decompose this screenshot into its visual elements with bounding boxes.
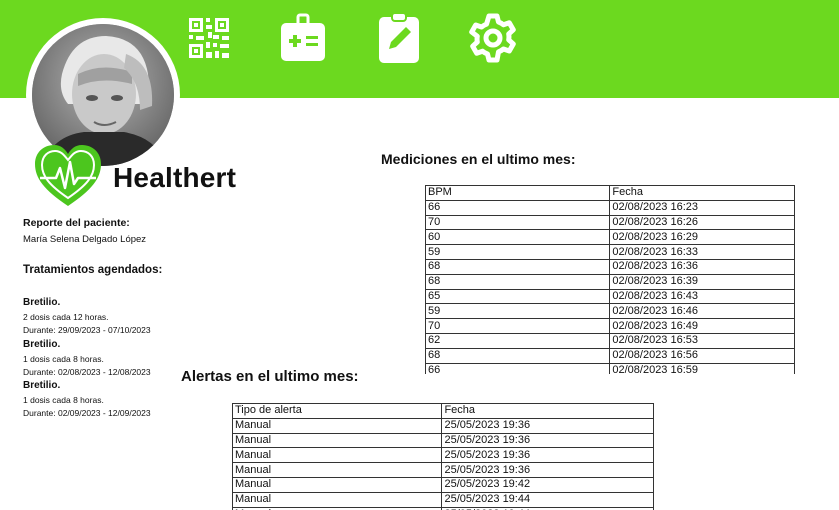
table-row: Manual 25/05/2023 19:36 bbox=[232, 432, 654, 449]
table-row: 66 02/08/2023 16:59 bbox=[425, 362, 795, 374]
table-cell: 25/05/2023 19:42 bbox=[441, 476, 654, 493]
table-row: 68 02/08/2023 16:39 bbox=[425, 273, 795, 290]
table-cell: 02/08/2023 16:46 bbox=[609, 303, 795, 320]
table-cell: 02/08/2023 16:49 bbox=[609, 318, 795, 334]
table-cell: Manual bbox=[232, 447, 443, 464]
table-cell: Manual bbox=[232, 476, 443, 493]
treatment-period: Durante: 02/08/2023 - 12/08/2023 bbox=[23, 367, 151, 377]
table-header-cell: BPM bbox=[425, 185, 611, 201]
qr-code-icon[interactable] bbox=[182, 10, 236, 66]
table-row: 59 02/08/2023 16:33 bbox=[425, 244, 795, 260]
treatment-dose: 2 dosis cada 12 horas. bbox=[23, 312, 109, 322]
table-row: 60 02/08/2023 16:29 bbox=[425, 229, 795, 246]
treatment-drug: Bretilio. bbox=[23, 339, 61, 350]
table-row: 68 02/08/2023 16:56 bbox=[425, 347, 795, 364]
table-cell: 02/08/2023 16:26 bbox=[609, 214, 795, 231]
clipboard-edit-icon[interactable] bbox=[372, 10, 426, 66]
table-cell: Manual bbox=[232, 432, 443, 449]
table-cell: 02/08/2023 16:53 bbox=[609, 332, 795, 349]
table-cell: 02/08/2023 16:56 bbox=[609, 347, 795, 364]
table-cell: 02/08/2023 16:36 bbox=[609, 258, 795, 275]
alerts-table: Tipo de alerta Fecha Manual 25/05/2023 19:3… bbox=[232, 403, 654, 510]
treatment-drug: Bretilio. bbox=[23, 380, 61, 391]
table-header-cell: Fecha bbox=[609, 185, 795, 201]
treatments-title: Tratamientos agendados: bbox=[23, 264, 163, 276]
table-row: Manual 25/05/2023 19:36 bbox=[232, 447, 654, 464]
table-row: Manual 25/05/2023 19:36 bbox=[232, 462, 654, 478]
table-cell: Manual bbox=[232, 462, 443, 478]
brand-name: Healthert bbox=[113, 162, 237, 193]
table-row: 68 02/08/2023 16:36 bbox=[425, 258, 795, 275]
table-cell: 25/05/2023 19:44 bbox=[441, 491, 654, 508]
table-row: 70 02/08/2023 16:26 bbox=[425, 214, 795, 231]
measurements-table-container: BPM Fecha 66 02/08/2023 16:23 70 02/08/2023 1… bbox=[425, 185, 797, 374]
table-row: 70 02/08/2023 16:49 bbox=[425, 318, 795, 334]
table-cell: 65 bbox=[425, 288, 611, 305]
table-header-row: Tipo de alerta Fecha bbox=[232, 403, 654, 419]
table-cell: 68 bbox=[425, 273, 611, 290]
table-cell: 68 bbox=[425, 258, 611, 275]
table-row: Manual 25/05/2023 19:36 bbox=[232, 417, 654, 434]
table-row: 59 02/08/2023 16:46 bbox=[425, 303, 795, 320]
table-cell: 70 bbox=[425, 318, 611, 334]
alerts-table-container: Tipo de alerta Fecha Manual 25/05/2023 19:3… bbox=[232, 403, 656, 510]
patient-name: María Selena Delgado López bbox=[23, 234, 147, 245]
table-cell: 02/08/2023 16:43 bbox=[609, 288, 795, 305]
table-cell: 25/05/2023 19:36 bbox=[441, 462, 654, 478]
heart-logo-icon bbox=[32, 142, 104, 210]
table-cell: 60 bbox=[425, 229, 611, 246]
table-cell: 25/05/2023 19:36 bbox=[441, 447, 654, 464]
table-header-cell: Fecha bbox=[441, 403, 654, 419]
table-cell: 59 bbox=[425, 303, 611, 320]
table-cell: 02/08/2023 16:33 bbox=[609, 244, 795, 260]
measurements-table: BPM Fecha 66 02/08/2023 16:23 70 02/08/2023 1… bbox=[425, 185, 795, 374]
table-header-cell: Tipo de alerta bbox=[232, 403, 443, 419]
table-cell: 66 bbox=[425, 362, 611, 374]
table-row: Manual25/05/2023 19:44 bbox=[232, 491, 654, 508]
treatment-period: Durante: 29/09/2023 - 07/10/2023 bbox=[23, 325, 151, 335]
table-cell: 70 bbox=[425, 214, 611, 231]
table-cell: 02/08/2023 16:39 bbox=[609, 273, 795, 290]
table-cell: 25/05/2023 19:36 bbox=[441, 417, 654, 434]
table-cell: 02/08/2023 16:23 bbox=[609, 199, 795, 216]
table-row: 66 02/08/2023 16:23 bbox=[425, 199, 795, 216]
table-header-row: BPM Fecha bbox=[425, 185, 795, 201]
gear-icon[interactable] bbox=[466, 10, 520, 66]
treatment-dose: 1 dosis cada 8 horas. bbox=[23, 354, 104, 364]
table-cell: 66 bbox=[425, 199, 611, 216]
table-cell: Manual bbox=[232, 491, 443, 508]
table-cell: 68 bbox=[425, 347, 611, 364]
treatment-period: Durante: 02/09/2023 - 12/09/2023 bbox=[23, 408, 151, 418]
table-cell: 02/08/2023 16:29 bbox=[609, 229, 795, 246]
medical-id-icon[interactable] bbox=[276, 10, 330, 66]
table-cell: 59 bbox=[425, 244, 611, 260]
table-row: Manual 25/05/2023 19:42 bbox=[232, 476, 654, 493]
treatment-drug: Bretilio. bbox=[23, 297, 61, 308]
table-cell: 62 bbox=[425, 332, 611, 349]
table-cell: Manual bbox=[232, 417, 443, 434]
table-cell: 02/08/2023 16:59 bbox=[609, 362, 795, 374]
alerts-title: Alertas en el ultimo mes: bbox=[181, 368, 359, 385]
measurements-title: Mediciones en el ultimo mes: bbox=[381, 151, 576, 167]
table-cell: 25/05/2023 19:36 bbox=[441, 432, 654, 449]
table-row: 62 02/08/2023 16:53 bbox=[425, 332, 795, 349]
table-row: 65 02/08/2023 16:43 bbox=[425, 288, 795, 305]
report-label: Reporte del paciente: bbox=[23, 217, 130, 229]
treatment-dose: 1 dosis cada 8 horas. bbox=[23, 395, 104, 405]
